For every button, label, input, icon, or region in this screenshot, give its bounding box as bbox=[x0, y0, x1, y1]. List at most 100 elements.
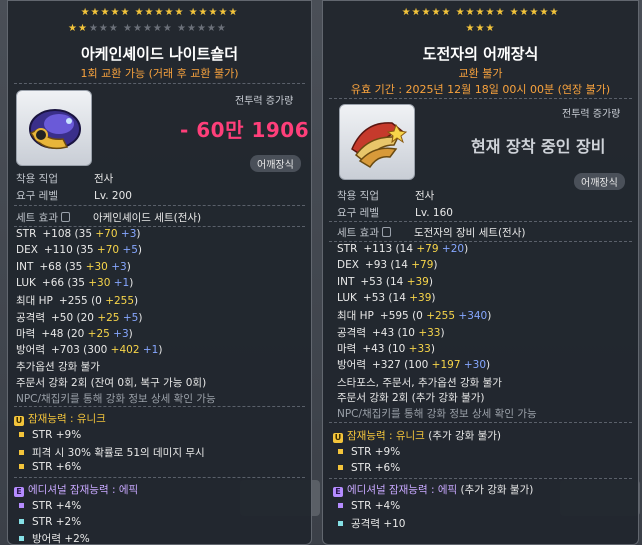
stat-bonus: +39 bbox=[406, 275, 429, 288]
stat-bonus: +25 bbox=[87, 327, 110, 340]
stat-key: INT bbox=[16, 260, 34, 273]
stat-total: +48 bbox=[41, 327, 64, 340]
stat-row: STR +113 (14 +79 +20) bbox=[337, 243, 469, 255]
divider bbox=[14, 477, 305, 478]
additional-potential-title: E 에디셔널 잠재능력 : 에픽 (추가 강화 불가) bbox=[333, 482, 533, 497]
stat-base: 35 bbox=[68, 260, 83, 273]
stat-base: 300 bbox=[87, 344, 108, 357]
stat-row: 공격력 +50 (20 +25 +5) bbox=[16, 311, 143, 324]
cp-increase-label: 전투력 증가량 bbox=[235, 96, 294, 107]
currently-equipped-text: 현재 장착 중인 장비 bbox=[471, 137, 606, 156]
stat-enhance: +1 bbox=[113, 276, 130, 289]
stat-row: 방어력 +327 (100 +197 +30) bbox=[337, 359, 491, 372]
potential-line: STR +9% bbox=[16, 429, 81, 441]
item-type-badge: 어깨장식 bbox=[574, 173, 625, 190]
item-tooltip-left: ★★★★★ ★★★★★ ★★★★★ ★★★★★ ★★★★★ ★★★★★ 아케인셰… bbox=[7, 0, 312, 545]
stat-total: +50 bbox=[50, 311, 74, 324]
additional-line: STR +4% bbox=[335, 500, 400, 512]
stat-total: +327 bbox=[371, 359, 401, 372]
lock-icon bbox=[381, 227, 391, 237]
stat-base: 35 bbox=[80, 244, 94, 257]
stat-enhance: +20 bbox=[441, 243, 465, 255]
note-enhance: 스타포스, 주문서, 추가옵션 강화 불가 bbox=[337, 377, 502, 389]
divider bbox=[329, 422, 632, 423]
potential-line: 피격 시 30% 확률로 51의 데미지 무시 bbox=[16, 445, 205, 460]
additional-line: STR +4% bbox=[16, 500, 81, 512]
stat-row: 방어력 +703 (300 +402 +1) bbox=[16, 344, 163, 357]
stat-total: +113 bbox=[363, 243, 393, 255]
stat-bonus: +33 bbox=[408, 342, 431, 355]
potential-title: U 잠재능력 : 유니크 bbox=[14, 413, 106, 426]
stat-base: 14 bbox=[399, 243, 414, 255]
divider bbox=[329, 241, 632, 242]
additional-line: 공격력 +10 bbox=[335, 516, 405, 531]
potential-line: STR +9% bbox=[335, 446, 400, 458]
stat-row: 마력 +48 (20 +25 +3) bbox=[16, 327, 133, 340]
stat-key: 마력 bbox=[16, 327, 36, 340]
potential-line: STR +6% bbox=[335, 462, 400, 474]
stat-key: 공격력 bbox=[16, 311, 45, 324]
bullet-icon bbox=[19, 432, 24, 437]
arcane-shoulder-icon bbox=[29, 109, 81, 150]
stat-row: 공격력 +43 (10 +33) bbox=[337, 326, 445, 339]
stat-base: 100 bbox=[408, 359, 429, 372]
stat-bonus: +255 bbox=[426, 310, 456, 323]
stat-bonus: +197 bbox=[431, 359, 461, 372]
set-effect: 세트 효과 도전자의 장비 세트(전사) bbox=[337, 227, 526, 239]
required-level: 요구 레벨 Lv. 160 bbox=[337, 207, 453, 219]
stat-base: 0 bbox=[416, 310, 423, 323]
stat-bonus: +25 bbox=[97, 311, 120, 324]
stat-row: INT +53 (14 +39) bbox=[337, 275, 433, 288]
stat-total: +53 bbox=[362, 291, 386, 304]
additional-line: STR +2% bbox=[16, 516, 81, 528]
stat-base: 10 bbox=[391, 342, 406, 355]
stat-key: 마력 bbox=[337, 342, 357, 355]
stat-row: 마력 +43 (10 +33) bbox=[337, 342, 435, 355]
unique-badge-icon: U bbox=[333, 433, 343, 443]
divider bbox=[329, 98, 632, 99]
additional-potential-title: E 에디셔널 잠재능력 : 에픽 bbox=[14, 482, 138, 497]
stat-row: LUK +53 (14 +39) bbox=[337, 291, 436, 304]
note-additional-option: 추가옵션 강화 불가 bbox=[16, 361, 100, 373]
divider bbox=[329, 478, 632, 479]
item-name: 아케인셰이드 나이트숄더 bbox=[80, 45, 239, 63]
stat-base: 14 bbox=[389, 275, 404, 288]
starforce-row-1: ★★★★★ ★★★★★ ★★★★★ bbox=[401, 7, 560, 18]
starforce-row-2: ★★★★★ ★★★★★ ★★★★★ bbox=[68, 23, 227, 34]
stat-base: 14 bbox=[392, 291, 406, 304]
stat-key: STR bbox=[337, 243, 358, 255]
required-level: 요구 레벨 Lv. 200 bbox=[16, 190, 132, 202]
trade-status: 1회 교환 가능 (거래 후 교환 불가) bbox=[80, 67, 239, 80]
stat-bonus: +33 bbox=[418, 326, 441, 339]
divider bbox=[329, 221, 632, 222]
cp-increase-label: 전투력 증가량 bbox=[562, 109, 621, 120]
stat-total: +110 bbox=[43, 244, 73, 257]
stat-base: 35 bbox=[78, 228, 93, 240]
stat-row: LUK +66 (35 +30 +1) bbox=[16, 276, 134, 289]
unique-badge-icon: U bbox=[14, 416, 24, 426]
expiry-date: 유효 기간 : 2025년 12월 18일 00시 00분 (연장 불가) bbox=[350, 83, 611, 96]
stat-bonus: +30 bbox=[88, 276, 111, 289]
stat-enhance: +340 bbox=[458, 310, 488, 323]
bullet-icon bbox=[338, 521, 343, 526]
additional-line: 방어력 +2% bbox=[16, 531, 90, 544]
stat-key: DEX bbox=[337, 259, 359, 272]
stat-key: 방어력 bbox=[337, 359, 366, 372]
stat-key: 최대 HP bbox=[337, 310, 374, 323]
stat-key: 방어력 bbox=[16, 344, 45, 357]
item-tooltip-right: ★★★★★ ★★★★★ ★★★★★ ★★★ 도전자의 어깨장식 교환 불가 유효… bbox=[322, 0, 639, 545]
potential-line: STR +6% bbox=[16, 461, 81, 473]
stat-row: DEX +93 (14 +79) bbox=[337, 259, 438, 272]
epic-badge-icon: E bbox=[333, 487, 343, 497]
required-job: 착용 직업 전사 bbox=[16, 173, 114, 185]
bullet-icon bbox=[338, 449, 343, 454]
bullet-icon bbox=[19, 519, 24, 524]
stat-enhance: +5 bbox=[122, 244, 138, 257]
bullet-icon bbox=[19, 503, 24, 508]
stat-total: +66 bbox=[41, 276, 65, 289]
bullet-icon bbox=[19, 450, 24, 455]
bullet-icon bbox=[19, 464, 24, 469]
item-icon bbox=[16, 90, 92, 166]
divider bbox=[14, 406, 305, 407]
stat-total: +595 bbox=[379, 310, 409, 323]
